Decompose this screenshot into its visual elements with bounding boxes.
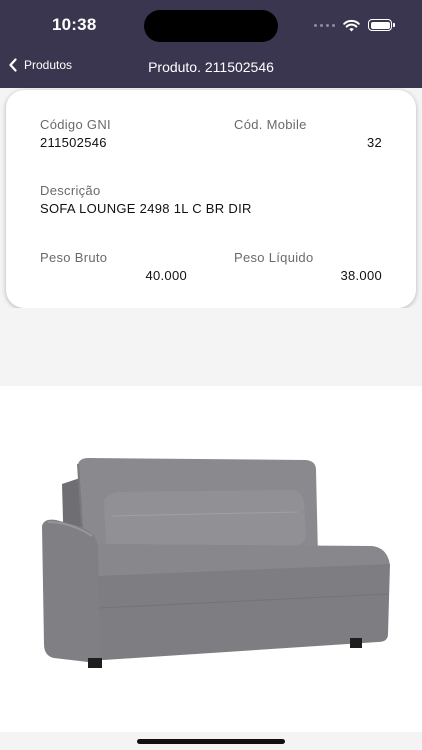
page-title: Produto. 211502546 (148, 59, 274, 75)
peso-bruto-value: 40.000 (145, 268, 187, 283)
peso-liquido-label: Peso Líquido (234, 250, 314, 265)
cod-mobile-value: 32 (366, 135, 382, 150)
top-bar: 10:38 Produtos Produto. 211502546 (0, 0, 422, 88)
wifi-icon (343, 19, 360, 31)
status-time: 10:38 (52, 15, 97, 34)
product-image (0, 386, 422, 732)
spacer (0, 308, 422, 386)
dynamic-island (144, 10, 278, 42)
peso-liquido-value: 38.000 (340, 268, 382, 283)
product-details-card: Código GNI 211502546 Cód. Mobile 32 Desc… (6, 90, 416, 308)
cellular-dots-icon (314, 23, 335, 27)
codigo-gni-label: Código GNI (40, 117, 111, 132)
battery-icon (368, 19, 395, 31)
home-indicator[interactable] (137, 739, 285, 744)
descricao-value: SOFA LOUNGE 2498 1L C BR DIR (40, 201, 252, 216)
cod-mobile-label: Cód. Mobile (234, 117, 307, 132)
codigo-gni-value: 211502546 (40, 135, 107, 150)
descricao-label: Descrição (40, 183, 101, 198)
peso-bruto-label: Peso Bruto (40, 250, 108, 265)
sofa-illustration (42, 458, 390, 668)
status-indicators (314, 18, 395, 32)
